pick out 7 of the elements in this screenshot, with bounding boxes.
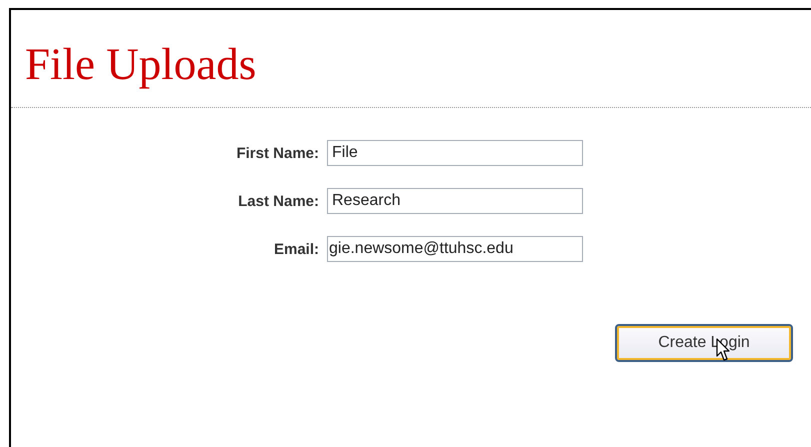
field-label: Last Name:	[237, 192, 319, 210]
field-label: First Name:	[235, 144, 319, 162]
field-label: Email:	[272, 240, 319, 258]
page-title: File Uploads	[24, 38, 258, 90]
input-field[interactable]: gie.newsome@ttuhsc.edu	[327, 236, 583, 262]
input-field[interactable]: Research	[327, 188, 583, 214]
input-field[interactable]: File	[327, 140, 583, 166]
